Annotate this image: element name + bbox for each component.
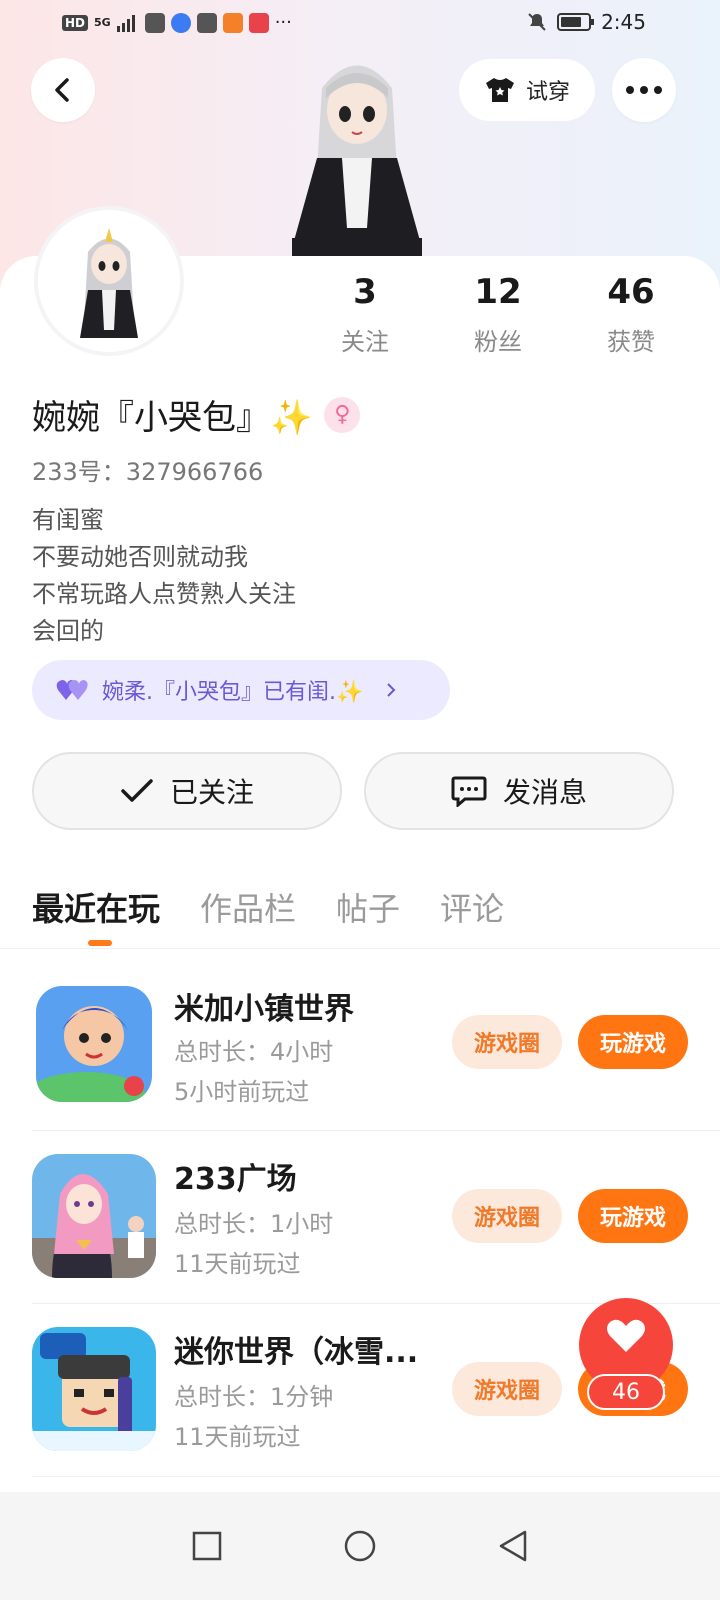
game-duration: 总时长：1分钟 xyxy=(174,1383,334,1411)
stat-fans-label: 粉丝 xyxy=(474,328,522,356)
double-heart-icon xyxy=(56,680,88,700)
like-count-badge: 46 xyxy=(587,1374,665,1410)
send-message-label: 发消息 xyxy=(502,776,587,809)
game-name: 233广场 xyxy=(174,1162,297,1197)
back-nav-icon[interactable] xyxy=(497,1529,529,1563)
system-navigation-bar xyxy=(0,1492,720,1600)
game-circle-button[interactable]: 游戏圈 xyxy=(452,1015,562,1069)
chevron-left-icon xyxy=(55,78,69,102)
try-on-button[interactable]: 试穿 xyxy=(459,59,595,121)
heart-icon xyxy=(607,1319,645,1352)
stat-likes-value: 46 xyxy=(607,272,655,312)
tshirt-icon xyxy=(485,78,514,102)
stat-likes-label: 获赞 xyxy=(607,328,655,356)
bio-line: 不要动她否则就动我 xyxy=(32,543,248,571)
nickname: 婉婉『小哭包』✨ ♀ xyxy=(32,390,361,439)
music-icon xyxy=(170,12,191,33)
game-circle-button[interactable]: 游戏圈 xyxy=(452,1189,562,1243)
game-circle-button[interactable]: 游戏圈 xyxy=(452,1362,562,1416)
game-duration: 总时长：4小时 xyxy=(174,1038,334,1066)
signal-icon xyxy=(116,14,135,32)
check-icon xyxy=(121,779,153,802)
chevron-right-icon xyxy=(387,683,396,697)
game-duration: 总时长：1小时 xyxy=(174,1210,334,1238)
user-id[interactable]: 233号：327966766 xyxy=(32,452,263,487)
nickname-text: 婉婉『小哭包』✨ xyxy=(32,398,313,438)
game-name: 米加小镇世界 xyxy=(174,992,354,1027)
game-icon xyxy=(32,1327,156,1451)
mail-icon xyxy=(196,12,217,33)
stat-likes[interactable]: 46 获赞 xyxy=(576,272,686,357)
status-icons-right: 2:45 xyxy=(527,10,646,34)
status-bar: HD 5G ··· 2:45 xyxy=(0,0,720,48)
profile-tabs: 最近在玩 作品栏 帖子 评论 xyxy=(32,884,504,930)
tabs-divider xyxy=(0,948,720,949)
game-last-played: 5小时前玩过 xyxy=(174,1078,310,1106)
battery-icon xyxy=(557,13,595,31)
followed-button[interactable]: 已关注 xyxy=(32,752,342,830)
bio-line: 会回的 xyxy=(32,617,104,645)
home-icon[interactable] xyxy=(343,1529,377,1563)
try-on-label: 试穿 xyxy=(525,80,570,105)
active-tab-indicator xyxy=(88,940,112,946)
app-notification-icon xyxy=(144,12,165,33)
game-item[interactable]: 233广场 总时长：1小时 11天前玩过 游戏圈 玩游戏 xyxy=(32,1154,688,1326)
back-button[interactable] xyxy=(31,58,95,122)
video-icon xyxy=(222,12,243,33)
stat-fans-value: 12 xyxy=(474,272,522,312)
more-options-button[interactable] xyxy=(612,58,676,122)
bio: 有闺蜜 不要动她否则就动我 不常玩路人点赞熟人关注 会回的 xyxy=(32,502,296,650)
bestie-text: 婉柔.『小哭包』已有闺.✨ xyxy=(102,680,364,705)
game-last-played: 11天前玩过 xyxy=(174,1423,301,1451)
chat-bubble-icon xyxy=(451,776,487,807)
bestie-relation-chip[interactable]: 婉柔.『小哭包』已有闺.✨ xyxy=(32,660,450,720)
bio-line: 不常玩路人点赞熟人关注 xyxy=(32,580,296,608)
more-dots-icon xyxy=(626,86,662,94)
network-label: 5G xyxy=(94,16,111,29)
tab-posts[interactable]: 帖子 xyxy=(336,884,400,930)
recent-apps-icon[interactable] xyxy=(191,1530,223,1562)
dressed-avatar-figure xyxy=(282,48,432,258)
message-app-icon xyxy=(248,12,269,33)
play-game-button[interactable]: 玩游戏 xyxy=(578,1189,688,1243)
clock: 2:45 xyxy=(601,10,646,34)
send-message-button[interactable]: 发消息 xyxy=(364,752,674,830)
gender-female-icon: ♀ xyxy=(324,396,361,433)
status-icons-left: HD 5G ··· xyxy=(62,12,292,33)
game-name: 迷你世界（冰雪... xyxy=(174,1335,419,1370)
stat-following-label: 关注 xyxy=(341,328,389,356)
more-notifications-icon: ··· xyxy=(274,12,292,33)
game-last-played: 11天前玩过 xyxy=(174,1250,301,1278)
bio-line: 有闺蜜 xyxy=(32,506,104,534)
mute-bell-icon xyxy=(528,13,546,31)
tab-comments[interactable]: 评论 xyxy=(440,884,504,930)
avatar[interactable] xyxy=(34,206,184,356)
tab-works[interactable]: 作品栏 xyxy=(200,884,296,930)
game-icon xyxy=(32,1154,156,1278)
game-item[interactable]: 米加小镇世界 总时长：4小时 5小时前玩过 游戏圈 玩游戏 xyxy=(32,982,688,1154)
row-divider xyxy=(32,1130,720,1131)
hd-icon: HD xyxy=(62,14,89,31)
row-divider xyxy=(32,1476,720,1477)
stat-following-value: 3 xyxy=(353,272,377,312)
stat-fans[interactable]: 12 粉丝 xyxy=(443,272,553,357)
tab-recently-played[interactable]: 最近在玩 xyxy=(32,884,160,930)
stat-following[interactable]: 3 关注 xyxy=(310,272,420,357)
play-game-button[interactable]: 玩游戏 xyxy=(578,1015,688,1069)
game-icon xyxy=(36,986,152,1102)
followed-label: 已关注 xyxy=(169,776,254,809)
